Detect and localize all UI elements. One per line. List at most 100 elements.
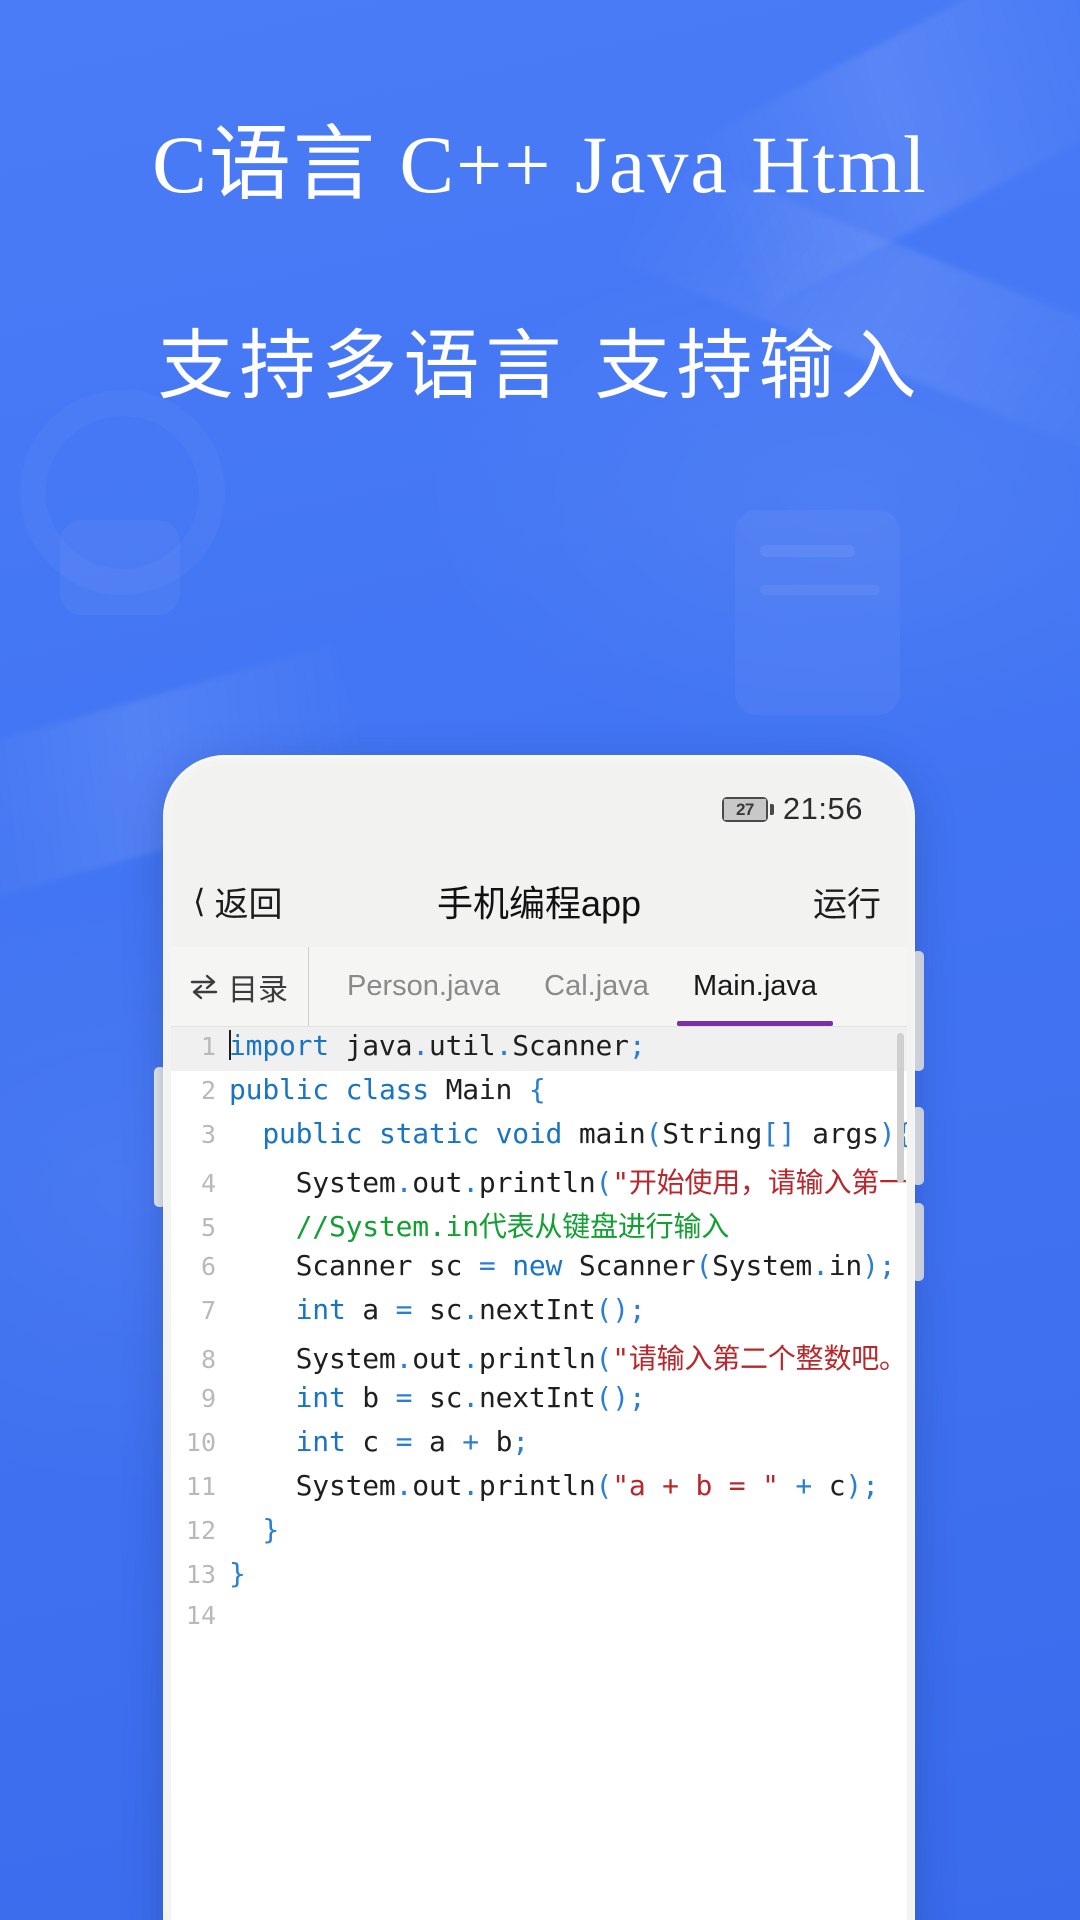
code-token: = xyxy=(395,1293,413,1326)
code-line[interactable]: 11 System.out.println("a + b = " + c); xyxy=(171,1467,907,1511)
code-token: out xyxy=(412,1469,463,1502)
code-token: sc xyxy=(412,1293,463,1326)
status-bar: 27 21:56 xyxy=(171,763,907,855)
watermark-shape-2 xyxy=(760,545,855,557)
code-token: Main xyxy=(428,1073,529,1106)
code-text: int a = sc.nextInt(); xyxy=(229,1293,907,1326)
directory-label: 目录 xyxy=(228,973,288,1007)
code-token: int xyxy=(295,1293,346,1326)
code-token: ( xyxy=(595,1342,613,1375)
back-button-label: 返回 xyxy=(214,885,283,924)
code-token: public xyxy=(262,1117,363,1150)
code-line[interactable]: 9 int b = sc.nextInt(); xyxy=(171,1379,907,1423)
run-button[interactable]: 运行 xyxy=(813,877,881,926)
code-token: . xyxy=(462,1469,479,1502)
code-token: int xyxy=(295,1381,346,1414)
code-line[interactable]: 10 int c = a + b; xyxy=(171,1423,907,1467)
code-line[interactable]: 1 import java.util.Scanner; xyxy=(171,1027,907,1071)
battery-nub xyxy=(769,803,774,815)
phone-screen: 27 21:56 ⟨ 返回 手机编程app 运行 目录 Person.java … xyxy=(171,763,907,1920)
code-line[interactable]: 8 System.out.println("请输入第二个整数吧。"); xyxy=(171,1335,907,1379)
code-token: out xyxy=(412,1342,463,1375)
code-line[interactable]: 12 } xyxy=(171,1511,907,1555)
file-tab-person-java[interactable]: Person.java xyxy=(325,947,522,1026)
code-token: a xyxy=(412,1425,463,1458)
code-token: } xyxy=(262,1513,279,1546)
line-number: 5 xyxy=(200,1213,216,1242)
file-tab-cal-java[interactable]: Cal.java xyxy=(522,947,671,1026)
code-token: ); xyxy=(862,1249,896,1282)
file-tab-label: Main.java xyxy=(692,970,818,1002)
code-token: . xyxy=(395,1469,413,1502)
code-token: . xyxy=(395,1166,413,1199)
line-number: 6 xyxy=(200,1252,216,1281)
code-token: + xyxy=(778,1469,829,1502)
status-bar-clock: 21:56 xyxy=(782,791,863,826)
code-token: "a + b = " xyxy=(612,1469,779,1502)
line-number: 8 xyxy=(200,1345,216,1374)
editor-scrollbar[interactable] xyxy=(897,1033,904,1183)
line-number: 1 xyxy=(200,1032,216,1061)
code-line[interactable]: 5 //System.in代表从键盘进行输入 xyxy=(171,1203,907,1247)
line-number: 9 xyxy=(200,1384,216,1413)
code-line[interactable]: 13} xyxy=(171,1555,907,1599)
file-tabs-list: Person.java Cal.java Main.java xyxy=(309,947,839,1026)
swap-arrows-icon xyxy=(187,972,221,1002)
code-token: { xyxy=(528,1073,546,1106)
code-token: (); xyxy=(595,1381,646,1414)
code-token: java xyxy=(328,1029,413,1062)
battery-level-text: 27 xyxy=(723,798,766,820)
line-number: 4 xyxy=(200,1169,216,1198)
file-tab-label: Cal.java xyxy=(544,970,649,1002)
code-token: System xyxy=(229,1166,396,1199)
code-token: new xyxy=(512,1249,563,1282)
phone-body: 27 21:56 ⟨ 返回 手机编程app 运行 目录 Person.java … xyxy=(163,755,915,1920)
code-line[interactable]: 3 public static void main(String[] args)… xyxy=(171,1115,907,1159)
code-token: c xyxy=(828,1469,846,1502)
code-line[interactable]: 2 public class Main { xyxy=(171,1071,907,1115)
code-line[interactable]: 4 System.out.println("开始使用，请输入第一个整数吧。"); xyxy=(171,1159,907,1203)
code-token: b xyxy=(345,1381,396,1414)
code-token: . xyxy=(412,1029,429,1062)
code-line[interactable]: 6 Scanner sc = new Scanner(System.in); xyxy=(171,1247,907,1291)
code-token: public xyxy=(229,1073,329,1106)
code-token: = xyxy=(395,1425,413,1458)
code-token: . xyxy=(462,1293,479,1326)
watermark-shape-3 xyxy=(760,585,880,595)
code-line[interactable]: 14 xyxy=(171,1599,907,1643)
directory-button[interactable]: 目录 xyxy=(171,947,309,1026)
code-editor[interactable]: 1 import java.util.Scanner; 2 public class … xyxy=(171,1027,907,1920)
code-text: System.out.println("a + b = " + c); xyxy=(229,1469,907,1502)
file-tab-label: Person.java xyxy=(347,970,501,1002)
line-number: 2 xyxy=(200,1076,216,1105)
code-token: void xyxy=(495,1117,563,1150)
file-tab-main-java[interactable]: Main.java xyxy=(671,947,839,1026)
code-token: ( xyxy=(595,1469,613,1502)
code-token: c xyxy=(345,1425,396,1458)
code-token: } xyxy=(229,1557,246,1590)
code-text: //System.in代表从键盘进行输入 xyxy=(229,1205,907,1245)
back-button[interactable]: ⟨ 返回 xyxy=(193,877,282,926)
code-token: class xyxy=(345,1073,429,1106)
code-text: Scanner sc = new Scanner(System.in); xyxy=(229,1249,907,1282)
code-line[interactable]: 7 int a = sc.nextInt(); xyxy=(171,1291,907,1335)
line-number: 3 xyxy=(200,1120,216,1149)
code-token: "请输入第二个整数吧。" xyxy=(612,1342,907,1375)
code-token: sc xyxy=(412,1381,463,1414)
code-text: int b = sc.nextInt(); xyxy=(229,1381,907,1414)
app-nav-bar: ⟨ 返回 手机编程app 运行 xyxy=(171,855,907,947)
code-token: . xyxy=(495,1029,513,1062)
phone-mockup: 27 21:56 ⟨ 返回 手机编程app 运行 目录 Person.java … xyxy=(154,755,924,1920)
code-token: println xyxy=(478,1342,596,1375)
code-token: a xyxy=(345,1293,396,1326)
code-token: . xyxy=(812,1249,829,1282)
code-token: //System.in代表从键盘进行输入 xyxy=(295,1210,730,1243)
code-token: = xyxy=(478,1249,496,1282)
code-token: b xyxy=(478,1425,513,1458)
code-token: Scanner xyxy=(562,1249,696,1282)
code-text: } xyxy=(229,1513,907,1546)
